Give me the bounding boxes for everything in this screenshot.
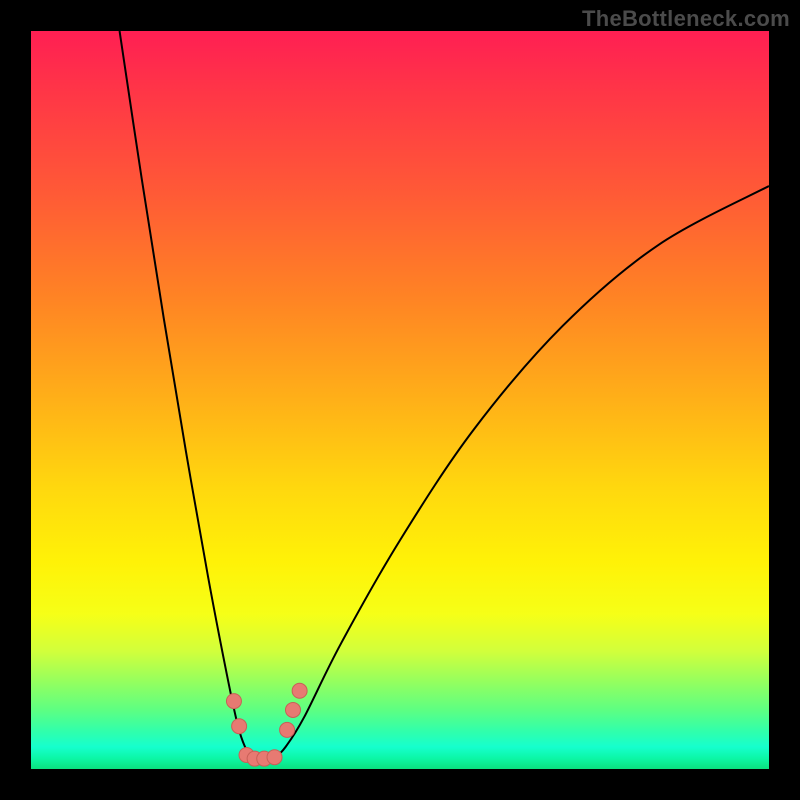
curve-path	[120, 31, 769, 760]
watermark-text: TheBottleneck.com	[582, 6, 790, 32]
bottleneck-curve	[31, 31, 769, 769]
curve-marker	[280, 722, 295, 737]
curve-marker	[226, 694, 241, 709]
curve-marker	[267, 750, 282, 765]
curve-markers	[226, 683, 307, 766]
curve-marker	[232, 719, 247, 734]
curve-marker	[292, 683, 307, 698]
plot-area	[31, 31, 769, 769]
curve-marker	[285, 702, 300, 717]
chart-frame: TheBottleneck.com	[0, 0, 800, 800]
